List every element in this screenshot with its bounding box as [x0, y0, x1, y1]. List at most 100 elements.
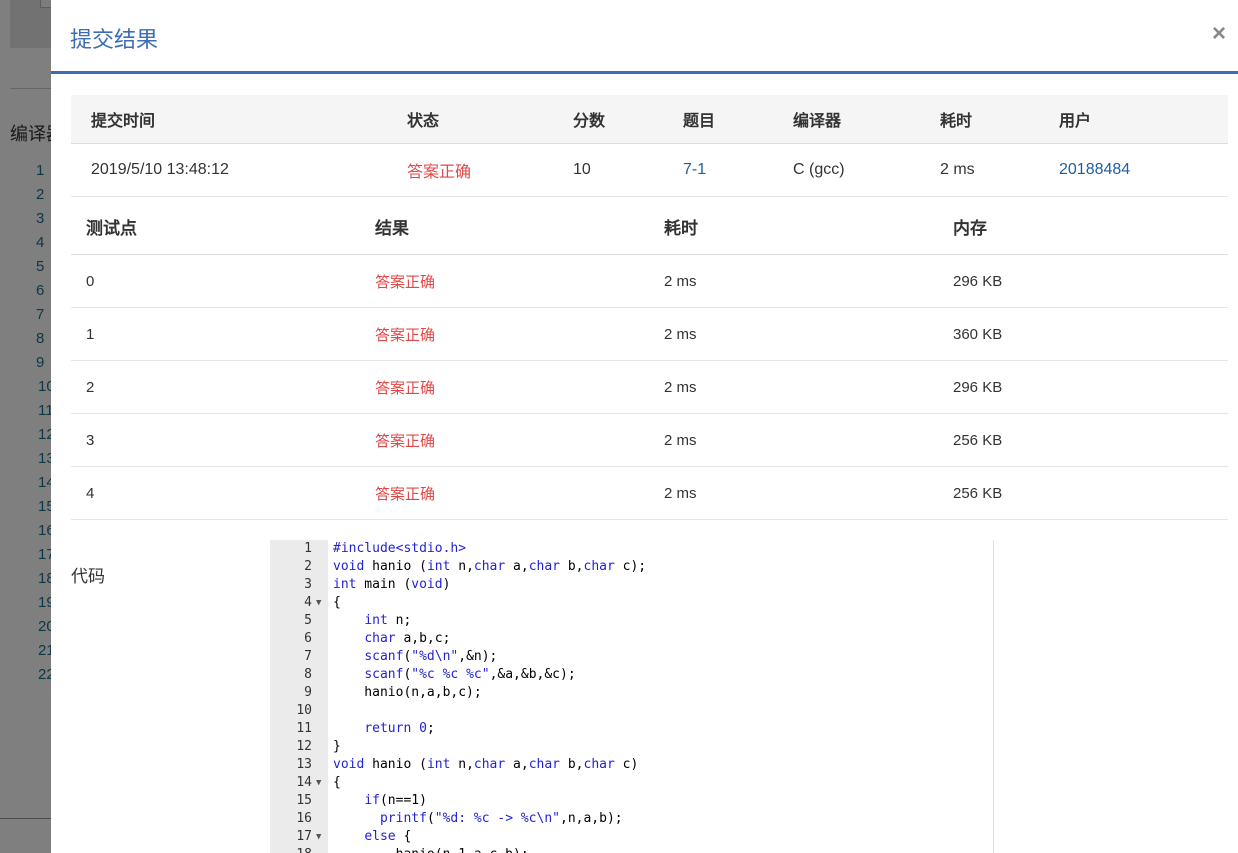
code-line: 15 if(n==1)	[270, 792, 993, 810]
table-row: 3 答案正确 2 ms 256 KB	[71, 414, 1228, 467]
status-text: 答案正确	[407, 164, 472, 181]
line-number: 14	[296, 775, 312, 790]
testcase-result: 答案正确	[375, 326, 436, 344]
code-line: 11 return 0;	[270, 720, 993, 738]
line-number: 7	[304, 649, 312, 664]
testcase-memory: 256 KB	[953, 484, 1003, 502]
testcase-result: 答案正确	[375, 379, 436, 397]
code-line: 5 int n;	[270, 612, 993, 630]
line-number: 11	[296, 721, 312, 736]
header-compiler: 编译器	[793, 113, 842, 130]
code-text: char a,b,c;	[364, 631, 451, 646]
code-text: printf("%d: %c -> %c\n",n,a,b);	[379, 811, 623, 826]
header-user: 用户	[1059, 113, 1092, 130]
testcase-id: 2	[86, 378, 95, 396]
close-icon[interactable]: ×	[1212, 22, 1226, 46]
code-text: {	[333, 775, 341, 790]
testcase-time: 2 ms	[664, 325, 697, 343]
line-number: 2	[304, 559, 312, 574]
testcase-id: 1	[86, 325, 95, 343]
code-line: 13 void hanio (int n,char a,char b,char c…	[270, 756, 993, 774]
header-testcase: 测试点	[86, 218, 137, 238]
code-line: 8 scanf("%c %c %c",&a,&b,&c);	[270, 666, 993, 684]
code-text: scanf("%c %c %c",&a,&b,&c);	[364, 667, 576, 682]
line-number: 13	[296, 757, 312, 772]
testcase-time: 2 ms	[664, 272, 697, 290]
testcase-time: 2 ms	[664, 431, 697, 449]
testcase-memory: 296 KB	[953, 378, 1003, 396]
duration-value: 2 ms	[940, 161, 975, 178]
line-number: 18	[270, 846, 312, 853]
testcase-id: 4	[86, 484, 95, 502]
code-text: #include<stdio.h>	[333, 541, 467, 556]
modal-title: 提交结果	[70, 28, 159, 53]
header-duration: 耗时	[940, 113, 973, 130]
user-link[interactable]: 20188484	[1059, 144, 1130, 196]
submission-result-modal: 提交结果 × 提交时间 状态 分数 题目 编译器 耗时 用户 2019/5/10…	[51, 0, 1238, 853]
line-number: 3	[304, 577, 312, 592]
line-number: 12	[296, 739, 312, 754]
header-time: 耗时	[664, 218, 698, 238]
code-line: 3 int main (void)	[270, 576, 993, 594]
testcase-result: 答案正确	[375, 485, 436, 503]
code-text: int n;	[364, 613, 412, 628]
line-number: 10	[296, 703, 312, 718]
code-label: 代码	[71, 567, 105, 586]
code-line: 4 ▼ {	[270, 594, 993, 612]
line-number: 4	[304, 595, 312, 610]
fold-arrow-icon[interactable]: ▼	[316, 594, 321, 612]
header-memory: 内存	[953, 218, 987, 238]
fold-arrow-icon[interactable]: ▼	[316, 774, 321, 792]
line-number: 1	[304, 541, 312, 556]
line-number: 15	[296, 793, 312, 808]
testcase-memory: 256 KB	[953, 431, 1003, 449]
table-row: 4 答案正确 2 ms 256 KB	[71, 467, 1228, 520]
line-number: 8	[304, 667, 312, 682]
testcase-header-row: 测试点 结果 耗时 内存	[71, 198, 1228, 255]
compiler-value: C (gcc)	[793, 161, 845, 178]
fold-arrow-icon[interactable]: ▼	[316, 828, 321, 846]
submission-summary-table: 提交时间 状态 分数 题目 编译器 耗时 用户 2019/5/10 13:48:…	[71, 95, 1228, 197]
code-line: 16 printf("%d: %c -> %c\n",n,a,b);	[270, 810, 993, 828]
code-text: scanf("%d\n",&n);	[364, 649, 498, 664]
header-result: 结果	[375, 218, 409, 238]
table-row: 2 答案正确 2 ms 296 KB	[71, 361, 1228, 414]
summary-row: 2019/5/10 13:48:12 答案正确 10 7-1 C (gcc) 2…	[71, 144, 1228, 197]
problem-link[interactable]: 7-1	[683, 144, 706, 196]
line-number: 17	[296, 829, 312, 844]
table-row: 0 答案正确 2 ms 296 KB	[71, 255, 1228, 308]
testcase-memory: 360 KB	[953, 325, 1003, 343]
modal-header: 提交结果 ×	[51, 0, 1238, 74]
header-problem: 题目	[683, 113, 716, 130]
testcase-table: 测试点 结果 耗时 内存 0 答案正确 2 ms 296 KB 1 答案正确 2 ms 360…	[71, 198, 1228, 520]
code-line: 1 #include<stdio.h>	[270, 540, 993, 558]
code-editor[interactable]: 1 #include<stdio.h> 2 void hanio (int n,cha…	[270, 540, 994, 853]
line-number: 5	[304, 613, 312, 628]
score-value: 10	[573, 161, 591, 178]
testcase-result: 答案正确	[375, 432, 436, 450]
testcase-id: 0	[86, 272, 95, 290]
code-text: {	[333, 595, 341, 610]
table-row: 1 答案正确 2 ms 360 KB	[71, 308, 1228, 361]
code-line: 10	[270, 702, 993, 720]
summary-header-row: 提交时间 状态 分数 题目 编译器 耗时 用户	[71, 95, 1228, 144]
submit-time: 2019/5/10 13:48:12	[91, 161, 229, 178]
code-line: 2 void hanio (int n,char a,char b,char c)…	[270, 558, 993, 576]
header-submit-time: 提交时间	[91, 113, 156, 130]
code-line: 7 scanf("%d\n",&n);	[270, 648, 993, 666]
code-line: 17 ▼ else {	[270, 828, 993, 846]
line-number: 16	[296, 811, 312, 826]
line-number: 6	[304, 631, 312, 646]
line-number: 9	[304, 685, 312, 700]
testcase-result: 答案正确	[375, 273, 436, 291]
header-score: 分数	[573, 113, 606, 130]
testcase-memory: 296 KB	[953, 272, 1003, 290]
code-text: hanio(n-1,a,c,b);	[333, 846, 529, 853]
header-status: 状态	[407, 113, 440, 130]
code-line: 12}	[270, 738, 993, 756]
code-line: 6 char a,b,c;	[270, 630, 993, 648]
code-text: int main (void)	[333, 577, 451, 592]
code-line: 18 hanio(n-1,a,c,b);	[270, 846, 993, 853]
code-text: }	[333, 739, 341, 754]
